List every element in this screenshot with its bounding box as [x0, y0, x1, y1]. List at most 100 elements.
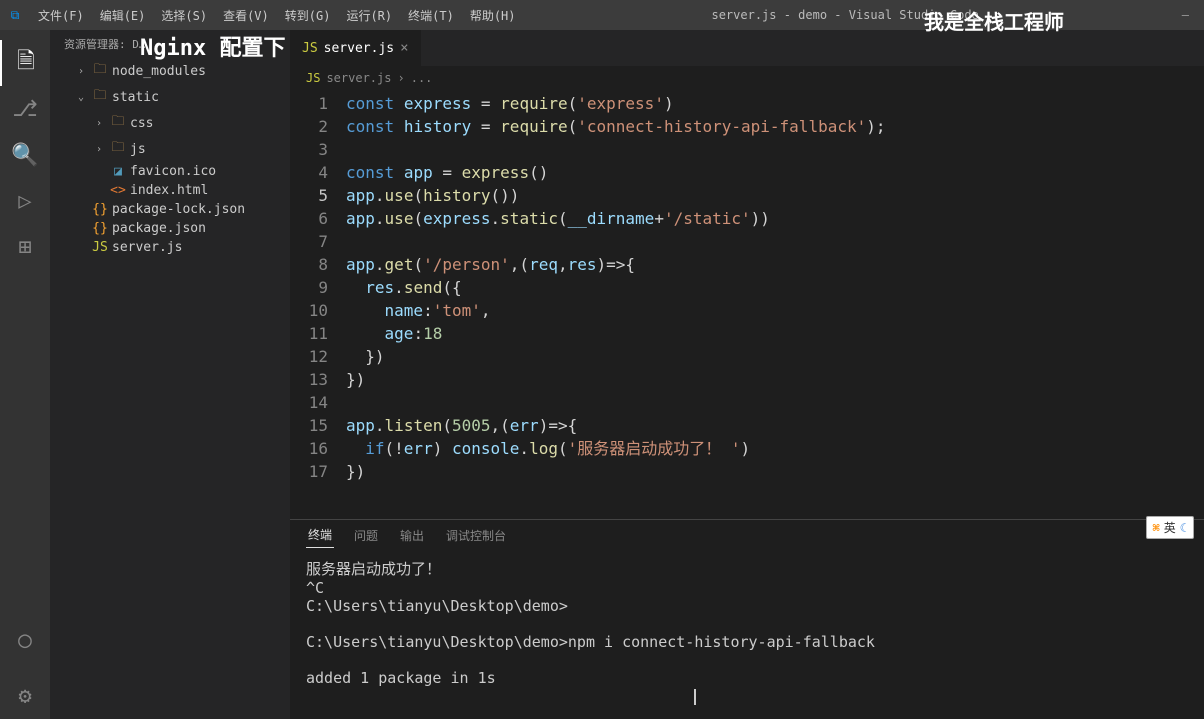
- code-line[interactable]: app.get('/person',(req,res)=>{: [346, 253, 1204, 276]
- line-number: 11: [290, 322, 328, 345]
- tab-bar: JS server.js ×: [290, 30, 1204, 66]
- code-line[interactable]: age:18: [346, 322, 1204, 345]
- overlay-caption-left: Nginx 配置下: [140, 30, 285, 62]
- extensions-icon[interactable]: ⊞: [0, 224, 50, 270]
- menu-item[interactable]: 编辑(E): [92, 7, 154, 24]
- file-js-icon: JS: [92, 240, 108, 255]
- editor-tab[interactable]: JS server.js ×: [290, 30, 421, 66]
- close-icon[interactable]: ×: [400, 40, 408, 56]
- panel-tab[interactable]: 问题: [352, 523, 380, 548]
- ime-lang: 英: [1164, 519, 1176, 536]
- tree-item[interactable]: JSserver.js: [50, 238, 290, 257]
- code-line[interactable]: res.send({: [346, 276, 1204, 299]
- panel-tab[interactable]: 调试控制台: [444, 523, 508, 548]
- code-line[interactable]: [346, 391, 1204, 414]
- tree-item[interactable]: ◪favicon.ico: [50, 162, 290, 181]
- folder-icon: 🗀: [110, 138, 126, 160]
- source-control-icon[interactable]: ⎇: [0, 86, 50, 132]
- menu-item[interactable]: 帮助(H): [462, 7, 524, 24]
- chevron-icon: ›: [92, 118, 106, 129]
- ime-indicator[interactable]: ⌘ 英 ☾: [1146, 516, 1194, 539]
- breadcrumb[interactable]: JS server.js › ...: [290, 66, 1204, 90]
- folder-icon: 🗀: [92, 60, 108, 82]
- chevron-icon: ⌄: [74, 92, 88, 103]
- settings-gear-icon[interactable]: ⚙: [0, 673, 50, 719]
- menu-item[interactable]: 转到(G): [277, 7, 339, 24]
- panel-tab[interactable]: 终端: [306, 522, 334, 548]
- chevron-icon: ›: [92, 144, 106, 155]
- js-file-icon: JS: [302, 41, 318, 56]
- line-number: 8: [290, 253, 328, 276]
- chevron-icon: ›: [74, 66, 88, 77]
- file-json-icon: {}: [92, 202, 108, 217]
- account-icon[interactable]: ◯: [0, 617, 50, 663]
- menu-item[interactable]: 文件(F): [30, 7, 92, 24]
- tree-label: static: [112, 90, 159, 105]
- breadcrumb-rest: ...: [411, 71, 433, 85]
- code-line[interactable]: [346, 138, 1204, 161]
- code-line[interactable]: if(!err) console.log('服务器启动成功了！ '): [346, 437, 1204, 460]
- code-line[interactable]: const history = require('connect-history…: [346, 115, 1204, 138]
- line-number: 16: [290, 437, 328, 460]
- code-line[interactable]: [346, 230, 1204, 253]
- code-line[interactable]: app.use(express.static(__dirname+'/stati…: [346, 207, 1204, 230]
- line-number: 17: [290, 460, 328, 483]
- line-number: 5: [290, 184, 328, 207]
- file-ico-icon: ◪: [110, 164, 126, 179]
- sidebar: 资源管理器: D… ›🗀node_modules⌄🗀static›🗀css›🗀j…: [50, 30, 290, 719]
- menu-item[interactable]: 查看(V): [215, 7, 277, 24]
- run-debug-icon[interactable]: ▷: [0, 178, 50, 224]
- menu-item[interactable]: 终端(T): [400, 7, 462, 24]
- tree-item[interactable]: {}package.json: [50, 219, 290, 238]
- folder-icon: 🗀: [110, 112, 126, 134]
- window-controls: —: [1167, 8, 1204, 22]
- tree-label: index.html: [130, 183, 208, 198]
- line-number: 10: [290, 299, 328, 322]
- code-line[interactable]: const express = require('express'): [346, 92, 1204, 115]
- line-number: 1: [290, 92, 328, 115]
- menu-item[interactable]: 选择(S): [153, 7, 215, 24]
- overlay-caption-right: 我是全栈工程师: [924, 6, 1064, 35]
- line-number: 9: [290, 276, 328, 299]
- activity-bar: 🗎 ⎇ 🔍 ▷ ⊞ ◯ ⚙: [0, 30, 50, 719]
- editor-area: JSserver.js× JS server.js › ... 12345678…: [290, 30, 1204, 719]
- breadcrumb-sep: ›: [397, 71, 404, 85]
- line-number: 12: [290, 345, 328, 368]
- code-line[interactable]: }): [346, 460, 1204, 483]
- tree-label: package-lock.json: [112, 202, 245, 217]
- code-line[interactable]: }): [346, 345, 1204, 368]
- breadcrumb-file: server.js: [326, 71, 391, 85]
- minimize-button[interactable]: —: [1182, 8, 1189, 22]
- tree-item[interactable]: ⌄🗀static: [50, 84, 290, 110]
- panel-tab[interactable]: 输出: [398, 523, 426, 548]
- explorer-icon[interactable]: 🗎: [0, 40, 50, 86]
- line-number: 4: [290, 161, 328, 184]
- code-line[interactable]: name:'tom',: [346, 299, 1204, 322]
- code-line[interactable]: const app = express(): [346, 161, 1204, 184]
- tree-label: js: [130, 142, 146, 157]
- bottom-panel: 终端问题输出调试控制台 服务器启动成功了！ ^C C:\Users\tianyu…: [290, 519, 1204, 719]
- tree-item[interactable]: › 🗀 js: [50, 136, 290, 162]
- file-tree: › 🗀 node_modules ⌄🗀static › 🗀 css › 🗀 js ◪favicon.…: [50, 58, 290, 719]
- code-line[interactable]: app.listen(5005,(err)=>{: [346, 414, 1204, 437]
- line-number: 2: [290, 115, 328, 138]
- tree-item[interactable]: <> index.html: [50, 181, 290, 200]
- line-number: 7: [290, 230, 328, 253]
- tab-label: server.js: [324, 41, 394, 56]
- ime-logo-icon: ⌘: [1153, 521, 1160, 535]
- terminal-cursor: [694, 689, 696, 705]
- tree-label: node_modules: [112, 64, 206, 79]
- line-number: 15: [290, 414, 328, 437]
- search-icon[interactable]: 🔍: [0, 132, 50, 178]
- tree-item[interactable]: › 🗀 css: [50, 110, 290, 136]
- terminal-output[interactable]: 服务器启动成功了！ ^C C:\Users\tianyu\Desktop\dem…: [290, 550, 1204, 719]
- code-line[interactable]: }): [346, 368, 1204, 391]
- tree-label: css: [130, 116, 153, 131]
- code-content[interactable]: const express = require('express')const …: [346, 92, 1204, 519]
- tree-item[interactable]: {} package-lock.json: [50, 200, 290, 219]
- code-editor[interactable]: 1234567891011121314151617 const express …: [290, 90, 1204, 519]
- menu-item[interactable]: 运行(R): [338, 7, 400, 24]
- code-line[interactable]: app.use(history()): [346, 184, 1204, 207]
- line-gutter: 1234567891011121314151617: [290, 92, 346, 519]
- file-html-icon: <>: [110, 183, 126, 198]
